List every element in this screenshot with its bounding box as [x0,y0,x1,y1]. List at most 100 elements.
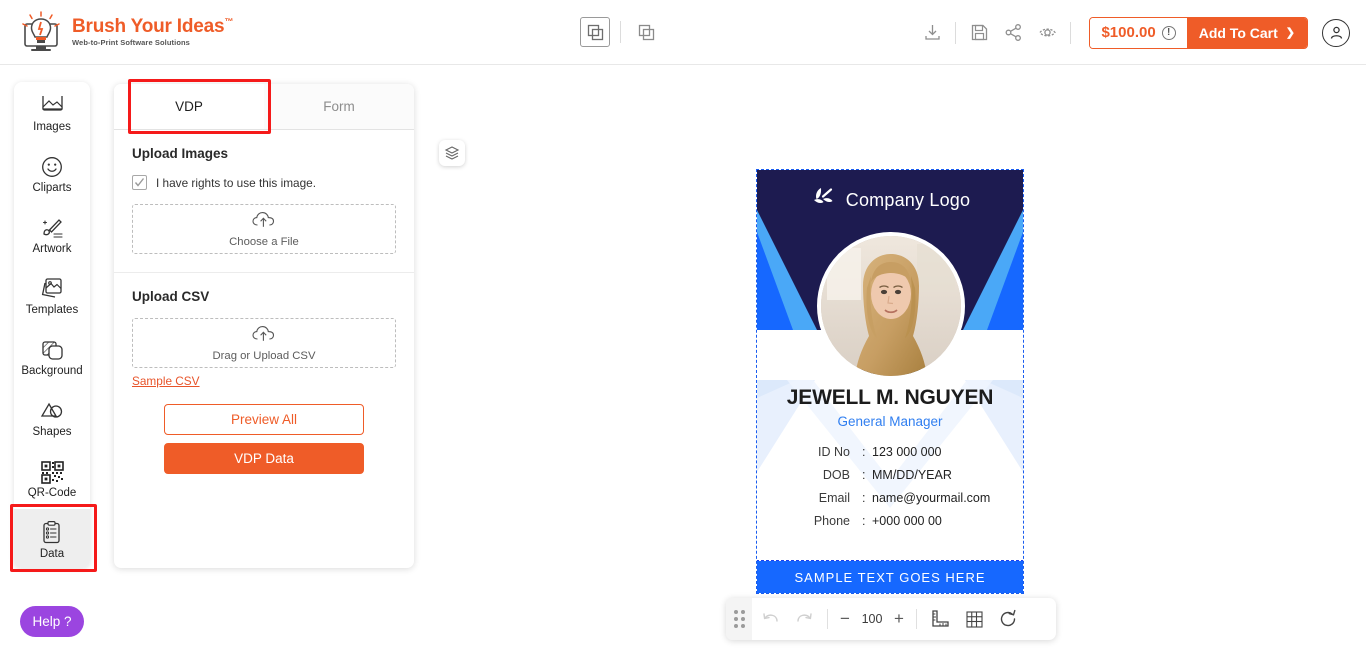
cart-group: $100.00 ! Add To Cart ❯ [1089,16,1308,49]
tab-form[interactable]: Form [264,84,414,129]
card-person-role: General Manager [837,414,943,429]
card-field-label: Phone [813,514,850,528]
qr-code-icon [40,459,64,484]
card-detail-rows: ID No : 123 000 000 DOB : MM/DD/YEAR Ema… [757,445,1023,528]
sidebar-item-qr-code[interactable]: QR-Code [14,448,90,509]
card-field-separator: : [862,445,866,459]
drag-handle-icon[interactable] [726,598,752,640]
rights-checkbox-label: I have rights to use this image. [156,175,316,190]
preview-eye-icon[interactable] [1030,16,1064,50]
brand-logo[interactable]: Brush Your Ideas™ Web-to-Print Software … [18,11,233,53]
card-company-header: Company Logo [757,186,1023,215]
single-page-view-icon[interactable] [580,17,610,47]
card-company-name: Company Logo [845,190,971,210]
ruler-icon[interactable] [924,603,956,635]
toolbar-divider [916,609,917,629]
panel-action-buttons: Preview All VDP Data [114,404,414,474]
tab-vdp[interactable]: VDP [114,84,264,129]
tab-form-label: Form [323,99,355,114]
card-field-value: +000 000 00 [872,514,942,528]
sidebar-item-cliparts[interactable]: Cliparts [14,143,90,204]
sidebar-item-shapes[interactable]: Shapes [14,387,90,448]
header-divider [1070,21,1072,44]
zoom-control: − 100 + [835,609,909,629]
tab-vdp-label: VDP [175,99,203,114]
toolbar-divider [827,609,828,629]
layers-icon[interactable] [439,140,465,166]
card-field-separator: : [862,468,866,482]
header-actions: $100.00 ! Add To Cart ❯ [915,0,1350,65]
help-button[interactable]: Help ? [20,606,84,637]
redo-icon[interactable] [788,603,820,635]
add-to-cart-button[interactable]: Add To Cart ❯ [1186,17,1307,48]
tool-sidebar: Images Cliparts Artwork Templates Backgr… [14,82,90,568]
card-field-value: MM/DD/YEAR [872,468,952,482]
sidebar-item-label: Background [21,364,83,377]
user-account-icon[interactable] [1322,18,1350,47]
header-divider [955,21,957,44]
choose-file-dropzone[interactable]: Choose a File [132,204,396,254]
double-page-view-icon[interactable] [631,17,661,47]
card-portrait-photo [817,232,965,380]
price-value: $100.00 [1101,24,1156,41]
card-field-separator: : [862,491,866,505]
artwork-brush-icon [40,215,65,240]
card-field-label: DOB [822,468,850,482]
rights-checkbox-row: I have rights to use this image. [132,175,396,190]
card-person-name: JEWELL M. NGUYEN [786,386,994,409]
header-divider [620,21,621,43]
checkmark-icon [134,178,145,187]
price-display[interactable]: $100.00 ! [1090,17,1187,48]
save-icon[interactable] [962,16,996,50]
sidebar-item-label: Cliparts [32,181,72,194]
card-detail-row: Email : name@yourmail.com [757,491,1023,505]
leaf-logo-icon [810,186,836,215]
zoom-out-button[interactable]: − [835,609,855,629]
design-canvas-card[interactable]: Company Logo JEWELL M. NGUYEN General Ma… [756,169,1024,594]
card-field-label: Email [818,491,850,505]
shapes-icon [40,398,65,423]
card-field-value: name@yourmail.com [872,491,991,505]
sidebar-item-images[interactable]: Images [14,82,90,143]
share-icon[interactable] [996,16,1030,50]
brand-text: Brush Your Ideas™ Web-to-Print Software … [72,17,233,47]
sidebar-item-data[interactable]: Data [14,509,90,568]
brand-title: Brush Your Ideas™ [72,16,234,38]
rights-checkbox[interactable] [132,175,147,190]
grid-icon[interactable] [958,603,990,635]
lightbulb-monitor-logo-icon [18,11,64,53]
upload-images-title: Upload Images [132,146,229,161]
upload-csv-title: Upload CSV [132,289,210,304]
csv-dropzone[interactable]: Drag or Upload CSV [132,318,396,368]
templates-icon [40,276,65,301]
sidebar-item-templates[interactable]: Templates [14,265,90,326]
zoom-in-button[interactable]: + [889,609,909,629]
zoom-value[interactable]: 100 [859,612,885,626]
trademark-symbol: ™ [224,16,234,27]
sidebar-item-artwork[interactable]: Artwork [14,204,90,265]
price-info-icon[interactable]: ! [1161,25,1176,40]
card-field-label: ID No [818,445,850,459]
sidebar-item-label: QR-Code [27,486,77,499]
background-layers-icon [40,337,65,362]
download-icon[interactable] [915,16,949,50]
card-detail-row: ID No : 123 000 000 [757,445,1023,459]
vdp-panel: VDP Form Upload Images I have rights to … [114,84,414,568]
add-to-cart-label: Add To Cart [1198,24,1278,41]
data-clipboard-icon [41,520,63,545]
undo-icon[interactable] [754,603,786,635]
view-mode-toggle-group [580,17,661,47]
sidebar-item-background[interactable]: Background [14,326,90,387]
card-detail-row: DOB : MM/DD/YEAR [757,468,1023,482]
cloud-upload-icon [252,325,276,348]
reset-rotate-icon[interactable] [992,603,1024,635]
app-header: Brush Your Ideas™ Web-to-Print Software … [0,0,1366,65]
card-footer-banner[interactable]: SAMPLE TEXT GOES HERE [757,560,1023,593]
sample-csv-link[interactable]: Sample CSV [132,374,200,388]
upload-csv-section: Upload CSV Drag or Upload CSV Sample CSV [114,273,414,390]
sidebar-item-label: Templates [25,303,79,316]
preview-all-button[interactable]: Preview All [164,404,364,435]
canvas-toolbar: − 100 + [726,598,1056,640]
images-icon [40,93,65,118]
vdp-data-button[interactable]: VDP Data [164,443,364,474]
